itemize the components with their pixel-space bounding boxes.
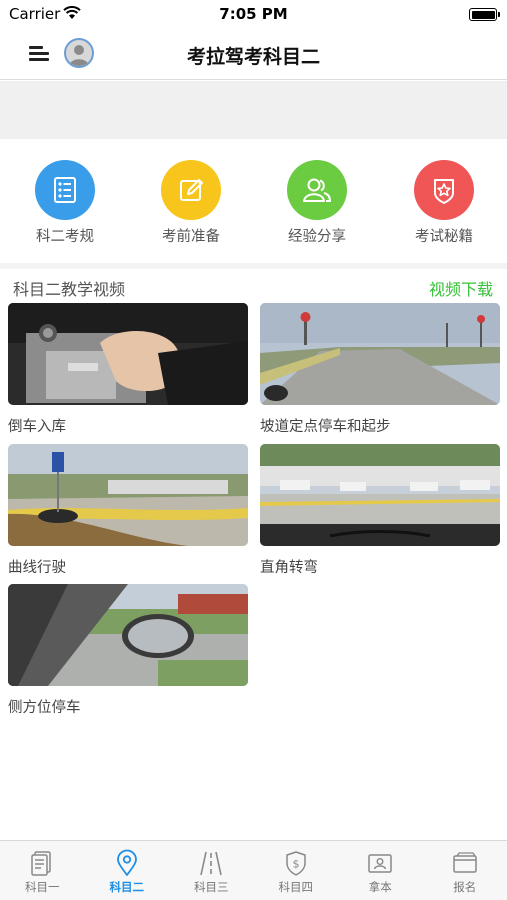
- video-title: 坡道定点停车和起步: [260, 419, 391, 435]
- video-card-right-angle-turn[interactable]: 直角转弯: [260, 444, 500, 577]
- tab-label: 拿本: [368, 880, 392, 894]
- tab-subject-one[interactable]: 科目一: [0, 841, 85, 900]
- video-thumbnail: [260, 303, 500, 405]
- video-title: 曲线行驶: [8, 560, 66, 576]
- page-title: 考拉驾考科目二: [186, 46, 320, 68]
- category-secrets[interactable]: 考试秘籍: [394, 160, 494, 246]
- tab-bar: 科目一 科目二 科目三 $ 科目四 拿本 报名: [0, 840, 507, 900]
- category-label: 考试秘籍: [415, 229, 473, 245]
- tab-label: 科目三: [194, 880, 229, 894]
- video-title: 倒车入库: [8, 419, 66, 435]
- nav-bar: 考拉驾考科目二: [0, 28, 507, 80]
- road-icon: [200, 851, 223, 876]
- tab-label: 科目二: [109, 880, 145, 894]
- tab-get-license[interactable]: 拿本: [338, 841, 423, 900]
- battery-icon: [469, 8, 500, 21]
- tab-label: 报名: [453, 880, 477, 894]
- tab-label: 科目四: [278, 880, 314, 894]
- wallet-icon: [453, 852, 477, 873]
- shield-dollar-icon: $: [286, 851, 306, 876]
- banner-area: [0, 81, 507, 139]
- category-label: 考前准备: [162, 229, 220, 245]
- section-divider: [0, 263, 507, 269]
- category-label: 经验分享: [288, 229, 346, 245]
- video-title: 侧方位停车: [8, 700, 81, 716]
- category-grid: 科二考规 考前准备 经验分享 考试秘籍: [0, 139, 507, 263]
- list-icon: [35, 160, 95, 220]
- video-card-parallel-parking[interactable]: 侧方位停车: [8, 584, 248, 717]
- video-download-link[interactable]: 视频下载: [429, 276, 493, 300]
- video-card-reverse-parking[interactable]: 倒车入库: [8, 303, 248, 436]
- category-preparation[interactable]: 考前准备: [141, 160, 241, 246]
- edit-icon: [161, 160, 221, 220]
- video-thumbnail: [8, 444, 248, 546]
- svg-text:$: $: [292, 858, 299, 871]
- document-icon: [31, 851, 51, 876]
- tab-label: 科目一: [25, 880, 60, 894]
- clock: 7:05 PM: [219, 5, 288, 23]
- video-thumbnail: [8, 584, 248, 686]
- tab-register[interactable]: 报名: [423, 841, 507, 900]
- tab-subject-four[interactable]: $ 科目四: [254, 841, 339, 900]
- video-title: 直角转弯: [260, 560, 318, 576]
- users-icon: [287, 160, 347, 220]
- category-exam-rules[interactable]: 科二考规: [15, 160, 115, 246]
- location-pin-icon: [116, 849, 137, 876]
- category-experience[interactable]: 经验分享: [267, 160, 367, 246]
- tab-subject-three[interactable]: 科目三: [169, 841, 254, 900]
- video-thumbnail: [8, 303, 248, 405]
- category-label: 科二考规: [36, 229, 94, 245]
- section-title: 科目二教学视频: [13, 280, 126, 299]
- video-thumbnail: [260, 444, 500, 546]
- status-bar: Carrier 7:05 PM: [0, 0, 507, 28]
- id-card-icon: [368, 854, 392, 873]
- video-card-curve-driving[interactable]: 曲线行驶: [8, 444, 248, 577]
- video-card-hill-start[interactable]: 坡道定点停车和起步: [260, 303, 500, 436]
- star-badge-icon: [414, 160, 474, 220]
- tab-subject-two[interactable]: 科目二: [85, 841, 170, 900]
